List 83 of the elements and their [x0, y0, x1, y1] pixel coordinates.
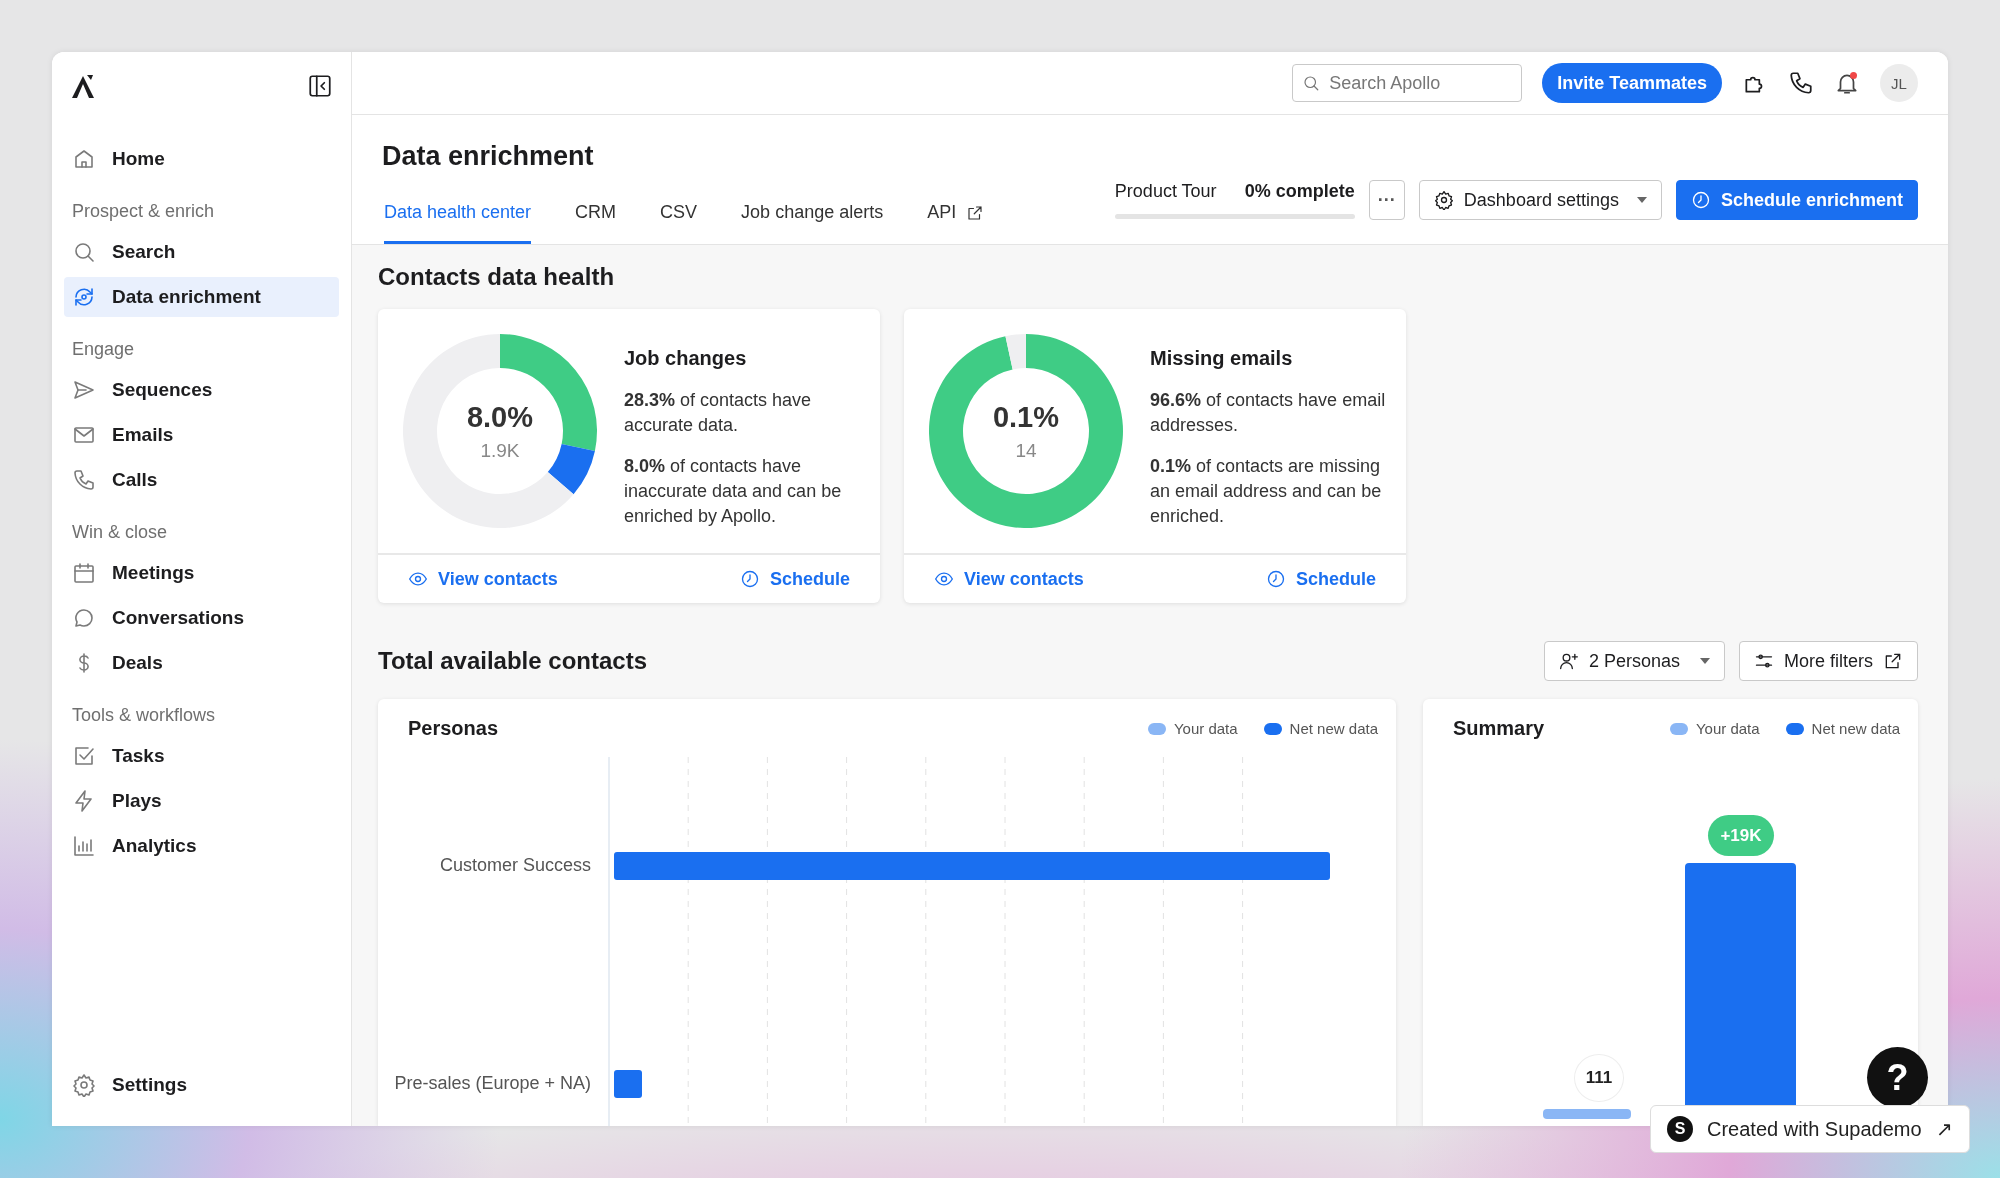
nav-item[interactable]: Deals: [64, 643, 339, 683]
person-add-icon: [1558, 651, 1579, 671]
phone-icon: [72, 468, 96, 492]
bar-value-label: 111: [1574, 1054, 1624, 1102]
supademo-badge[interactable]: S Created with Supademo ↗: [1650, 1105, 1970, 1153]
refresh-icon: [72, 285, 96, 309]
category-label: Customer Success: [439, 855, 591, 876]
nav-item[interactable]: Conversations: [64, 598, 339, 638]
nav-item[interactable]: Emails: [64, 415, 339, 455]
donut-count: 1.9K: [480, 439, 520, 462]
card-description: 96.6% of contacts have email addresses.: [1150, 389, 1387, 437]
legend-label: Net new data: [1289, 720, 1378, 737]
section-heading: Prospect & enrich: [71, 201, 216, 222]
home-icon: [72, 147, 96, 171]
bar-value-label: +19K: [1708, 815, 1774, 856]
section-heading: Engage: [71, 339, 136, 360]
nav-item[interactable]: Sequences: [64, 370, 339, 410]
invite-button[interactable]: Invite Teammates: [1542, 63, 1722, 103]
card-description: 28.3% of contacts have accurate data.: [624, 389, 813, 437]
bell-icon[interactable]: [1834, 70, 1860, 96]
settings-icon: [1433, 190, 1454, 210]
view-contacts-link[interactable]: View contacts: [934, 568, 1084, 590]
search-field[interactable]: Search Apollo: [1292, 64, 1523, 102]
legend-label: Net new data: [1811, 720, 1900, 737]
nav-item[interactable]: Tasks: [64, 736, 339, 776]
panel-title: Summary: [1453, 717, 1545, 740]
donut-count: 14: [1015, 439, 1037, 462]
tab[interactable]: API: [927, 202, 985, 244]
card-description: 8.0% of contacts have inaccurate data and can be enriched by Apollo.: [624, 455, 843, 528]
section-heading: Win & close: [71, 522, 169, 543]
tour-label: Product Tour: [1114, 181, 1217, 202]
clock-icon: [1265, 569, 1286, 589]
search-icon: [72, 240, 96, 264]
nav-item[interactable]: Analytics: [64, 826, 339, 866]
more-button[interactable]: ···: [1368, 180, 1405, 220]
logo-icon: S: [1667, 1116, 1693, 1142]
collapse-sidebar-icon[interactable]: [307, 73, 333, 99]
checkbox-icon: [72, 744, 96, 768]
tab[interactable]: Data health center: [384, 202, 532, 244]
schedule-link[interactable]: Schedule: [1265, 568, 1376, 590]
nav-item[interactable]: Calls: [64, 460, 339, 500]
nav-item[interactable]: Data enrichment: [64, 277, 339, 317]
send-icon: [72, 378, 96, 402]
caret-icon: [1636, 197, 1647, 203]
calendar-icon: [72, 561, 96, 585]
more-filters-button[interactable]: More filters: [1739, 641, 1918, 681]
tour-status: 0% complete: [1244, 181, 1355, 202]
card-title: Job changes: [624, 347, 748, 370]
phone-icon[interactable]: [1788, 70, 1814, 96]
bar-chart-icon: [72, 834, 96, 858]
nav-item[interactable]: Settings: [64, 1065, 339, 1105]
tab[interactable]: CSV: [660, 202, 698, 244]
panel-title: Personas: [408, 717, 499, 740]
clock-icon: [739, 569, 760, 589]
schedule-enrichment-button[interactable]: Schedule enrichment: [1675, 180, 1918, 220]
external-link-icon: [1883, 651, 1903, 671]
nav-item[interactable]: Home: [64, 139, 339, 179]
dashboard-settings-button[interactable]: Dashboard settings: [1418, 180, 1662, 220]
avatar[interactable]: JL: [1880, 64, 1918, 102]
tab[interactable]: CRM: [575, 202, 617, 244]
nav-item[interactable]: Meetings: [64, 553, 339, 593]
view-contacts-link[interactable]: View contacts: [408, 568, 558, 590]
personas-filter-button[interactable]: 2 Personas: [1543, 641, 1725, 681]
search-icon: [1302, 74, 1321, 92]
donut-value: 0.1%: [992, 400, 1060, 434]
chat-icon: [72, 606, 96, 630]
settings-icon: [72, 1073, 96, 1097]
card-description: 0.1% of contacts are missing an email address and can be enriched.: [1150, 455, 1383, 528]
caret-icon: [1700, 658, 1710, 664]
section-heading: Tools & workflows: [71, 705, 217, 726]
donut-value: 8.0%: [466, 400, 534, 434]
tab[interactable]: Job change alerts: [741, 202, 884, 244]
category-label: Pre-sales (Europe + NA): [394, 1073, 591, 1094]
clock-icon: [1690, 190, 1711, 210]
legend-label: Your data: [1173, 720, 1238, 737]
section-title: Contacts data health: [378, 263, 616, 291]
section-title: Total available contacts: [378, 647, 647, 675]
legend-label: Your data: [1695, 720, 1760, 737]
nav-item[interactable]: Search: [64, 232, 339, 272]
page-title: Data enrichment: [382, 141, 595, 172]
schedule-link[interactable]: Schedule: [739, 568, 850, 590]
nav-item[interactable]: Plays: [64, 781, 339, 821]
card-title: Missing emails: [1150, 347, 1294, 370]
